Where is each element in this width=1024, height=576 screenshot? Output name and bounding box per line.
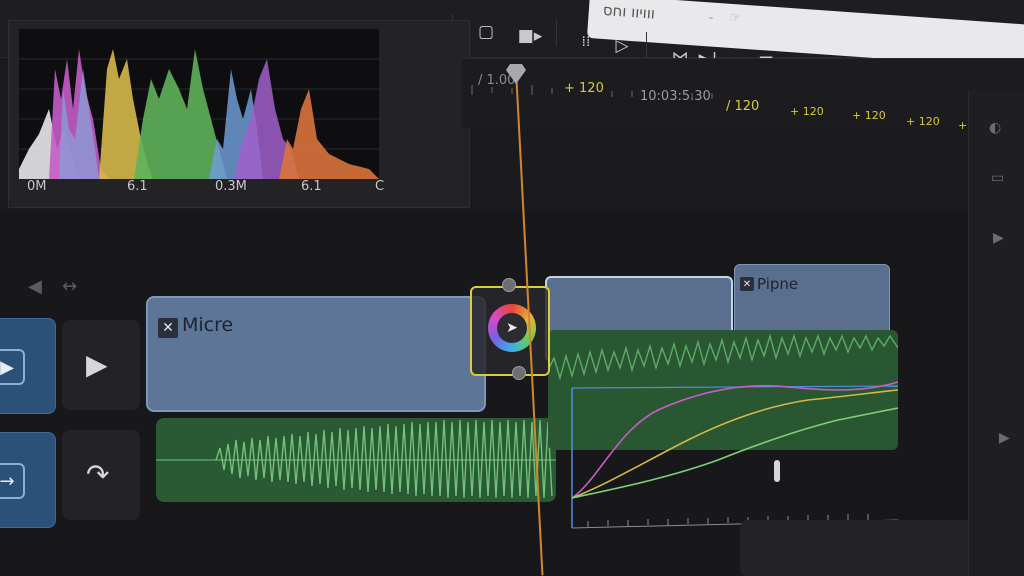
ruler-label-yellow: + 120 xyxy=(906,115,940,128)
editor-app: ווויוו וחס - ☞ ◇ ▢ ■▸ ⁞⁞ ▷ ⋈ ▶| ⇥ ☰ ▥ xyxy=(0,0,1024,576)
scope-label: 0.3M xyxy=(215,179,247,194)
window-title: ווויוו וחס xyxy=(602,0,656,23)
ruler-ticks xyxy=(471,85,713,99)
histogram-graph xyxy=(19,29,379,179)
scope-label: 6.1 xyxy=(127,179,148,194)
sidebar-slider-icon[interactable]: ▭ xyxy=(991,170,1004,186)
graph-footer-bar xyxy=(740,520,1000,576)
compass-needle-icon: ➤ xyxy=(497,313,527,343)
video-clip[interactable]: ✕ Micre xyxy=(146,296,486,412)
right-clip-title: Pipne xyxy=(757,275,799,293)
track-header-video[interactable]: ▶ xyxy=(0,318,56,414)
clip-x-icon: ✕ xyxy=(158,318,178,338)
sidebar-arrow-icon[interactable]: ▶ xyxy=(999,430,1010,446)
curve-graph-svg xyxy=(571,381,899,529)
camera-icon[interactable]: ■▸ xyxy=(516,22,544,50)
play-marker-icon[interactable]: ▷ xyxy=(608,32,636,60)
nav-back-icon[interactable]: ◀ xyxy=(28,276,42,297)
play-triangle-icon: ▶ xyxy=(86,348,108,381)
cursor-icon: ☞ xyxy=(728,9,742,27)
track-header-audio[interactable]: → xyxy=(0,432,56,528)
video-clip-right[interactable]: ✕ Pipne xyxy=(734,264,890,338)
track-nav: ◀ ↔ xyxy=(0,258,150,308)
track-panel-audio[interactable]: ↷ xyxy=(62,430,140,520)
scope-label: 6.1 xyxy=(301,179,322,194)
sidebar-play-icon[interactable]: ▶ xyxy=(993,230,1004,246)
sidebar-toggle-icon[interactable]: ◐ xyxy=(989,120,1001,136)
ruler-label-yellow: + 120 xyxy=(852,109,886,122)
toolbar-divider xyxy=(556,20,557,46)
track-panel-video[interactable]: ▶ xyxy=(62,320,140,410)
square-icon[interactable]: ▢ xyxy=(472,18,500,46)
scope-label: C xyxy=(375,179,385,194)
histogram-scope: 0M 6.1 0.3M 6.1 C xyxy=(8,20,470,208)
transition-effect[interactable]: ➤ xyxy=(470,278,550,380)
clip-x-icon: ✕ xyxy=(740,277,754,291)
video-clip-title: Micre xyxy=(182,314,234,336)
arrow-right-icon: → xyxy=(0,463,25,499)
audio-waveform xyxy=(156,419,556,499)
title-separator: - xyxy=(708,10,714,26)
grip-icon[interactable]: ⁞⁞ xyxy=(572,28,600,56)
timeline-ruler[interactable]: / 1.00 + 120 10:03:5.30 / 120 + 120 + 12… xyxy=(462,58,1024,132)
scope-label: 0M xyxy=(27,179,47,194)
nav-swap-icon[interactable]: ↔ xyxy=(62,276,77,297)
curve-scrub-handle xyxy=(774,460,780,482)
audio-clip[interactable] xyxy=(156,418,556,502)
keyframe-curve-graph[interactable] xyxy=(568,380,902,530)
toolbar-divider xyxy=(646,32,647,58)
redo-arrow-icon: ↷ xyxy=(86,458,110,491)
right-sidebar: ◐ ▭ ▶ ▶ xyxy=(968,90,1024,576)
transition-handle-bottom[interactable] xyxy=(512,366,526,380)
ruler-label-yellow: / 120 xyxy=(726,99,760,114)
transition-handle-top[interactable] xyxy=(502,278,516,292)
play-icon: ▶ xyxy=(0,349,25,385)
ruler-label-yellow: + 120 xyxy=(790,105,824,118)
